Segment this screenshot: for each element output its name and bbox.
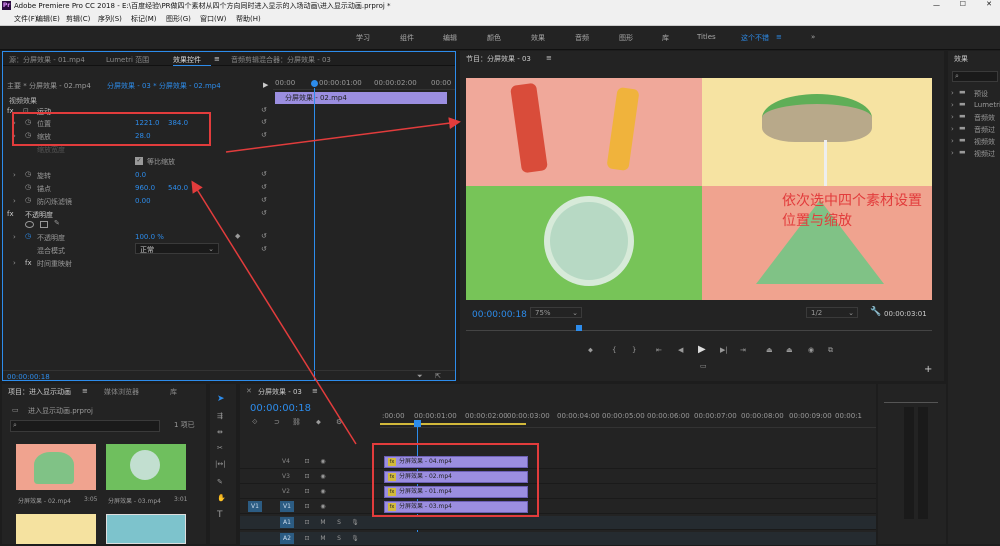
annotation-arrows: [191, 117, 461, 445]
arrow-to-monitor: [225, 117, 461, 153]
arrow-to-effect-controls: [191, 180, 357, 445]
